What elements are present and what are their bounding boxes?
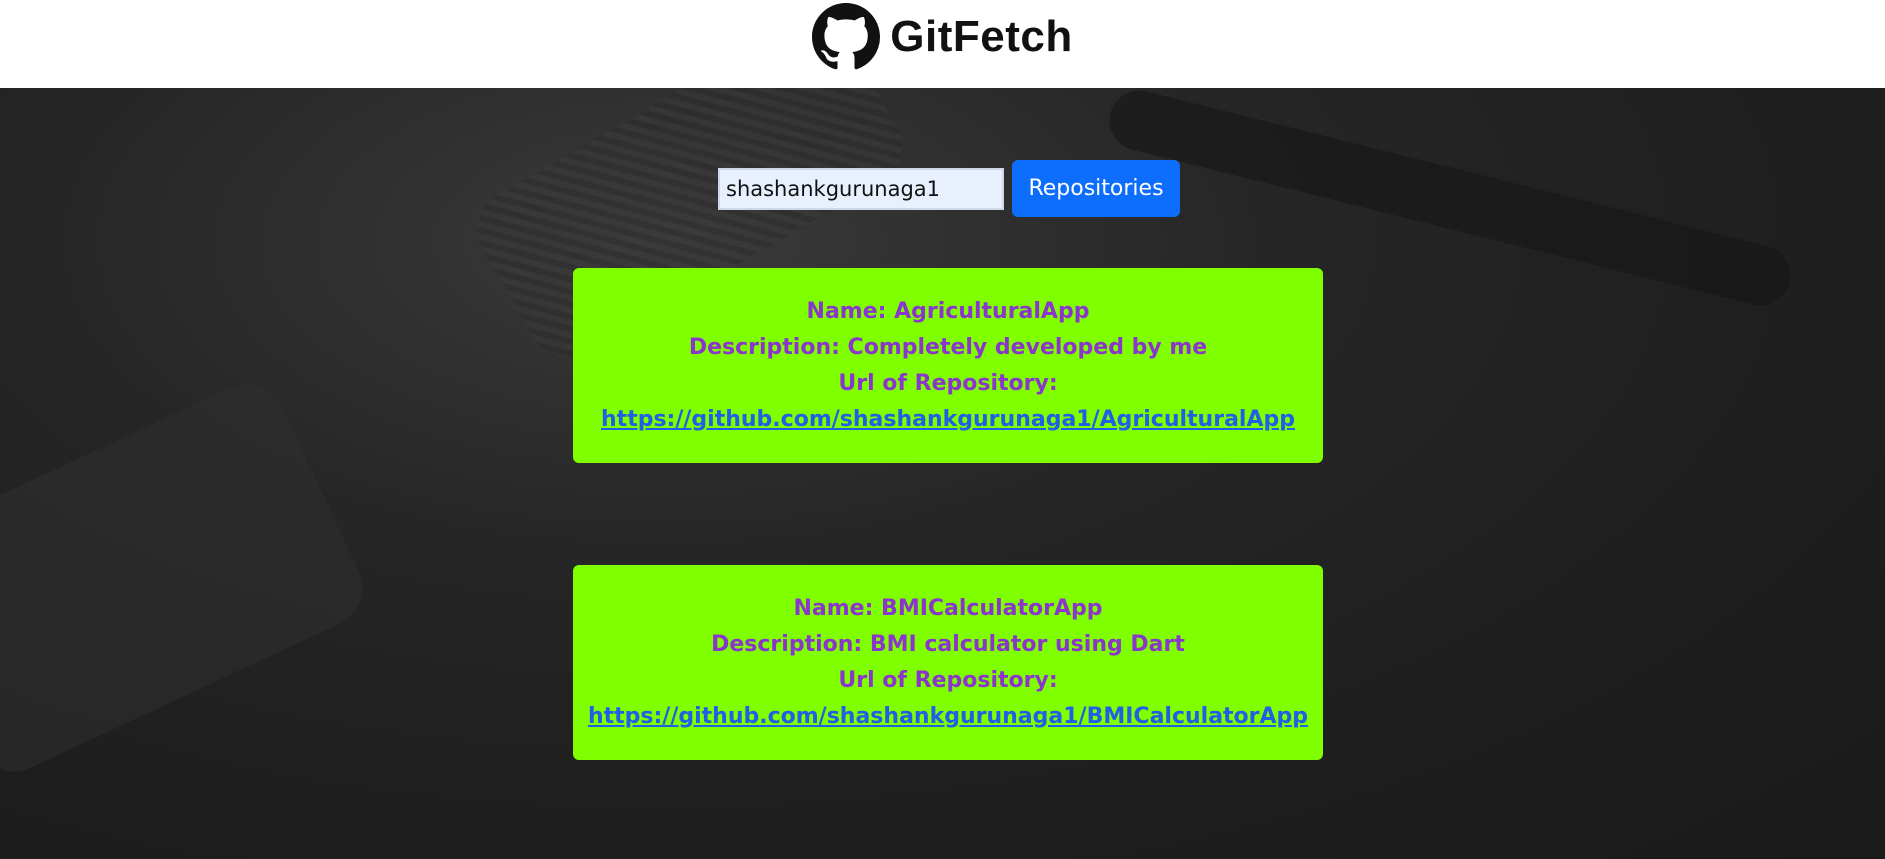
repository-card: Name: BMICalculatorApp Description: BMI … xyxy=(573,565,1323,760)
search-bar: Repositories xyxy=(718,160,1180,217)
app-title: GitFetch xyxy=(890,12,1073,61)
main-content: Repositories Name: AgriculturalApp Descr… xyxy=(0,88,1885,859)
repository-url-link[interactable]: https://github.com/shashankgurunaga1/Agr… xyxy=(601,402,1295,438)
background-decoration xyxy=(0,371,376,785)
username-input[interactable] xyxy=(718,167,1004,210)
repository-card: Name: AgriculturalApp Description: Compl… xyxy=(573,268,1323,463)
app-header: GitFetch xyxy=(0,0,1885,88)
repository-url-label: Url of Repository: xyxy=(838,667,1058,693)
repository-description: Description: Completely developed by me xyxy=(688,334,1208,360)
github-octocat-icon xyxy=(812,3,881,70)
repository-name: Name: AgriculturalApp xyxy=(806,298,1090,324)
brand: GitFetch xyxy=(812,3,1072,71)
repository-name: Name: BMICalculatorApp xyxy=(793,595,1103,621)
repository-url-link[interactable]: https://github.com/shashankgurunaga1/BMI… xyxy=(588,699,1308,735)
repository-description: Description: BMI calculator using Dart xyxy=(711,631,1185,657)
repositories-button[interactable]: Repositories xyxy=(1012,160,1180,217)
repository-url-label: Url of Repository: xyxy=(838,370,1058,396)
